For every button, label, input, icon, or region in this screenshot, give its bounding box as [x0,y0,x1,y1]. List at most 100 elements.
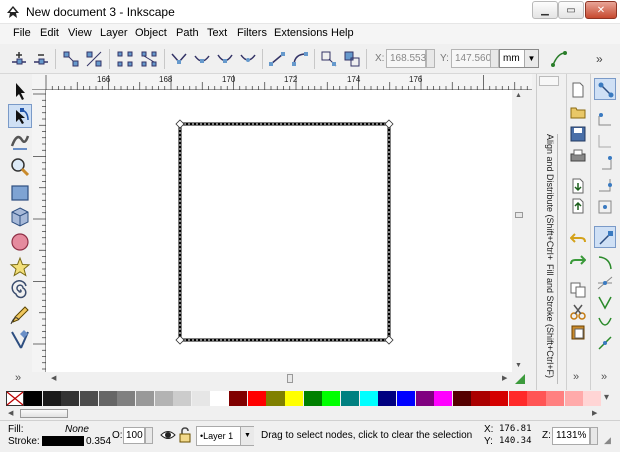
color-swatch[interactable] [564,391,583,406]
palette-scroll-thumb[interactable] [20,409,68,418]
delete-node-icon[interactable] [32,50,50,68]
snap-bbox-center-icon[interactable] [596,198,614,216]
break-path-icon[interactable] [85,50,103,68]
x-coordinate-input[interactable]: 168.553 [386,49,426,68]
snap-line-midpoints-icon[interactable] [596,334,614,352]
drawing-canvas[interactable] [46,90,512,372]
opacity-input[interactable]: 100 [123,427,145,444]
pencil-tool-icon[interactable] [9,304,31,326]
color-swatch[interactable] [340,391,360,406]
tweak-tool-icon[interactable] [9,130,31,152]
color-swatch[interactable] [285,391,304,406]
segment-curve-icon[interactable] [291,50,309,68]
toolbar-overflow-button[interactable]: » [596,52,603,66]
color-swatch[interactable] [173,391,192,406]
no-paint-swatch-icon[interactable] [6,391,24,406]
print-icon[interactable] [570,148,586,164]
commands-overflow-button[interactable]: » [573,371,579,383]
snap-bbox-midpoint-icon[interactable] [596,176,614,194]
color-swatch[interactable] [135,391,154,406]
show-handles-icon[interactable] [550,50,568,68]
opacity-spinner[interactable] [145,427,153,444]
color-swatch[interactable] [546,391,565,406]
open-document-icon[interactable] [570,104,586,120]
color-swatch[interactable] [61,391,80,406]
resize-grip-icon[interactable]: ◢ [604,435,611,446]
snap-bbox-corner-icon[interactable] [596,154,614,172]
x-spinner[interactable] [426,49,435,68]
horizontal-scrollbar[interactable]: ◀ ▶ [46,372,512,386]
menu-extensions[interactable]: Extensions [274,27,328,39]
menu-view[interactable]: View [68,27,92,39]
color-swatch[interactable] [378,391,397,406]
palette-scrollbar[interactable]: ◀ ▶ [0,408,620,420]
export-icon[interactable] [570,198,586,214]
color-swatch[interactable] [452,391,471,406]
zoom-tool-icon[interactable] [9,156,31,178]
snap-toggle-button[interactable] [594,78,616,100]
selector-tool-icon[interactable] [9,80,31,102]
vertical-ruler[interactable] [32,90,46,372]
snap-bbox-edge-icon[interactable] [596,132,614,150]
snap-smooth-nodes-icon[interactable] [596,314,614,332]
node-cusp-icon[interactable] [170,50,188,68]
color-swatch[interactable] [210,391,229,406]
lock-icon[interactable] [178,427,192,443]
rectangle-tool-icon[interactable] [9,182,31,204]
zoom-input[interactable]: 1131% [552,427,590,445]
undo-icon[interactable] [570,230,586,246]
vertical-scroll-thumb[interactable] [515,212,523,218]
scroll-down-icon[interactable]: ▼ [515,362,522,369]
node-auto-smooth-icon[interactable] [239,50,257,68]
insert-node-icon[interactable] [10,50,28,68]
color-swatch[interactable] [98,391,117,406]
tab-align-and-distribute[interactable]: Align and Distribute (Shift+Ctrl+A) [541,134,555,260]
snap-nodes-button[interactable] [594,226,616,248]
snap-cusp-nodes-icon[interactable] [596,294,614,312]
snap-bbox-icon[interactable] [596,110,614,128]
close-button[interactable]: ✕ [585,1,617,19]
tab-fill-and-stroke[interactable]: Fill and Stroke (Shift+Ctrl+F) [541,264,555,384]
delete-segment-icon[interactable] [140,50,158,68]
new-document-icon[interactable] [570,82,586,98]
cut-icon[interactable] [570,304,586,320]
snap-paths-icon[interactable] [596,254,614,272]
menu-text[interactable]: Text [207,27,227,39]
calligraphy-tool-icon[interactable] [9,328,31,350]
scroll-left-icon[interactable]: ◀ [51,374,56,382]
zoom-page-icon[interactable] [513,372,527,386]
menu-object[interactable]: Object [135,27,167,39]
redo-icon[interactable] [570,252,586,268]
color-swatch[interactable] [229,391,248,406]
segment-line-icon[interactable] [268,50,286,68]
color-swatch[interactable] [527,391,546,406]
eye-icon[interactable] [160,427,176,443]
ellipse-tool-icon[interactable] [9,231,31,253]
menu-filters[interactable]: Filters [237,27,267,39]
scroll-right-icon[interactable]: ▶ [502,374,507,382]
dock-handle[interactable] [539,76,559,86]
fill-value[interactable]: None [65,424,89,435]
color-swatch[interactable] [79,391,99,406]
selected-rectangle-path[interactable] [178,122,391,342]
join-nodes-icon[interactable] [62,50,80,68]
menu-help[interactable]: Help [331,27,354,39]
scroll-left-icon[interactable]: ◀ [8,409,13,417]
path-nodes[interactable] [175,119,394,345]
scroll-up-icon[interactable]: ▲ [515,92,522,99]
horizontal-ruler[interactable]: 166 168 170 172 174 176 [44,74,532,90]
color-swatch[interactable] [359,391,378,406]
node-smooth-icon[interactable] [193,50,211,68]
object-to-path-icon[interactable] [320,50,338,68]
color-swatch[interactable] [508,391,527,406]
snap-overflow-button[interactable]: » [601,371,607,383]
color-swatch[interactable] [303,391,322,406]
stroke-to-path-icon[interactable] [343,50,361,68]
color-swatch[interactable] [415,391,434,406]
maximize-button[interactable]: ▭ [558,1,584,19]
menu-path[interactable]: Path [176,27,199,39]
chevron-down-icon[interactable]: ▼ [524,50,538,67]
copy-icon[interactable] [570,282,586,298]
color-swatch[interactable] [583,391,602,406]
snap-intersections-icon[interactable] [596,274,614,292]
